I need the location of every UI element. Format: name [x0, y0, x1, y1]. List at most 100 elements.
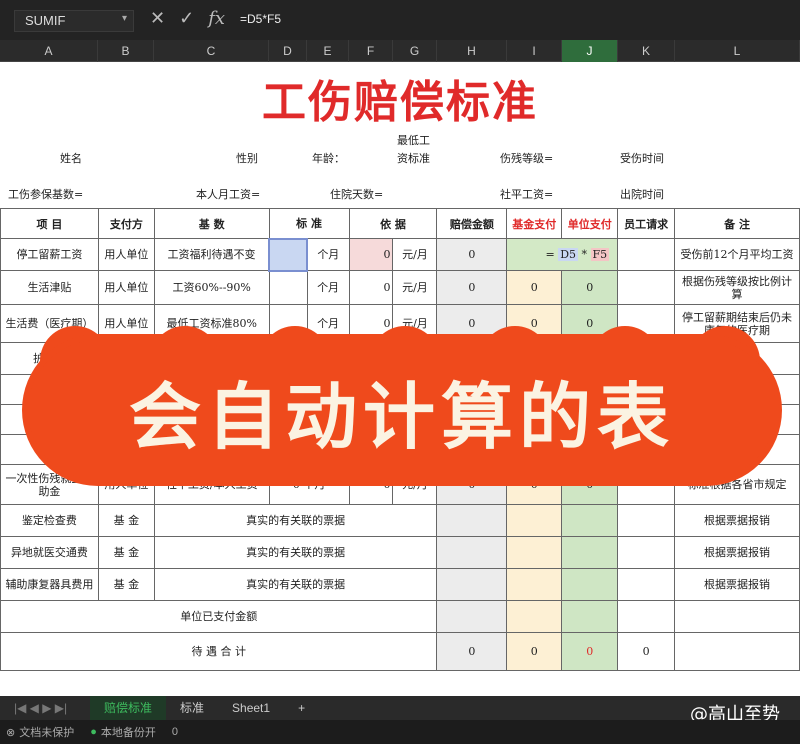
cell-f[interactable]: 0: [348, 270, 394, 305]
cell-k[interactable]: [617, 238, 676, 271]
cell-j[interactable]: [561, 568, 619, 601]
cell-i[interactable]: [506, 504, 563, 537]
cell-h[interactable]: 0: [436, 270, 508, 305]
column-headers: A B C D E F G H I J K L: [0, 40, 800, 62]
cell-k[interactable]: [617, 504, 676, 537]
cell-remark[interactable]: 根据票据报销: [674, 504, 800, 537]
tab-standard[interactable]: 标准: [166, 696, 218, 720]
cell-item[interactable]: 停工留薪工资: [0, 238, 99, 271]
cell-g[interactable]: 元/月: [392, 270, 438, 305]
cell-d[interactable]: [268, 270, 308, 305]
cell-payer[interactable]: 用人单位: [97, 238, 155, 271]
cell-i[interactable]: [506, 568, 563, 601]
total-h[interactable]: 0: [436, 632, 508, 671]
header-item[interactable]: 项 目: [0, 208, 99, 239]
cell-base[interactable]: 工资福利待遇不变: [153, 238, 270, 271]
cell-h[interactable]: [436, 536, 508, 569]
paid-label[interactable]: 单位已支付金额: [0, 600, 438, 633]
backup-status[interactable]: 本地备份开: [101, 724, 156, 740]
cell-item[interactable]: 异地就医交通费: [0, 536, 99, 569]
column-header-h[interactable]: H: [437, 40, 507, 62]
formula-input[interactable]: =D5*F5: [240, 12, 281, 26]
column-header-c[interactable]: C: [154, 40, 269, 62]
tab-nav-arrows[interactable]: |◀ ◀ ▶ ▶|: [0, 696, 90, 720]
cell-h[interactable]: [436, 600, 508, 633]
column-header-b[interactable]: B: [98, 40, 154, 62]
cell-k[interactable]: [617, 600, 676, 633]
header-fund-pay[interactable]: 基金支付: [506, 208, 563, 239]
cell-item[interactable]: 辅助康复器具费用: [0, 568, 99, 601]
column-header-f[interactable]: F: [349, 40, 393, 62]
name-box[interactable]: SUMIF ▾: [14, 10, 134, 32]
header-standard[interactable]: 标 准: [268, 208, 350, 239]
cell-k[interactable]: [617, 536, 676, 569]
doc-protection-status[interactable]: 文档未保护: [19, 724, 74, 740]
cancel-icon[interactable]: ✕: [150, 8, 165, 29]
cell-g[interactable]: 元/月: [392, 238, 438, 271]
total-label[interactable]: 待 遇 合 计: [0, 632, 438, 671]
header-compensation[interactable]: 赔偿金额: [436, 208, 508, 239]
cell-payer[interactable]: 用人单位: [97, 270, 155, 305]
function-icon[interactable]: fx: [208, 8, 225, 29]
cell-k[interactable]: [617, 568, 676, 601]
header-payer[interactable]: 支付方: [97, 208, 155, 239]
column-header-e[interactable]: E: [307, 40, 349, 62]
cell-remark[interactable]: 受伤前12个月平均工资: [674, 238, 800, 271]
status-zero: 0: [171, 726, 178, 738]
header-remarks[interactable]: 备 注: [674, 208, 800, 239]
column-header-a[interactable]: A: [0, 40, 98, 62]
cell-base[interactable]: 真实的有关联的票据: [153, 568, 438, 601]
cell-remark[interactable]: 根据票据报销: [674, 536, 800, 569]
cell-base[interactable]: 真实的有关联的票据: [153, 536, 438, 569]
cell-base[interactable]: 真实的有关联的票据: [153, 504, 438, 537]
column-header-d[interactable]: D: [269, 40, 307, 62]
cell-unit[interactable]: 个月: [306, 270, 350, 305]
cell-payer[interactable]: 基 金: [97, 536, 155, 569]
cell-h[interactable]: [436, 568, 508, 601]
header-employee-claim[interactable]: 员工请求: [617, 208, 676, 239]
cell-d5[interactable]: [268, 237, 309, 272]
cell-remark[interactable]: [674, 632, 800, 671]
tab-sheet1[interactable]: Sheet1: [218, 696, 284, 720]
cell-h[interactable]: 0: [436, 238, 508, 271]
cell-unit[interactable]: 个月: [306, 238, 350, 271]
cell-k[interactable]: [617, 270, 676, 305]
cell-remark[interactable]: 根据票据报销: [674, 568, 800, 601]
confirm-icon[interactable]: ✓: [179, 8, 194, 29]
cell-j[interactable]: [561, 600, 619, 633]
cell-j5-editing[interactable]: = D5 * F5: [506, 238, 619, 271]
banner-text: 会自动计算的表: [128, 373, 675, 459]
cell-payer[interactable]: 用人单位: [97, 304, 155, 343]
cell-payer[interactable]: 基 金: [97, 504, 155, 537]
column-header-g[interactable]: G: [393, 40, 437, 62]
cell-payer[interactable]: 基 金: [97, 568, 155, 601]
cell-item[interactable]: 鉴定检查费: [0, 504, 99, 537]
cell-i[interactable]: [506, 600, 563, 633]
chevron-down-icon[interactable]: ▾: [122, 13, 127, 24]
formula-bar: SUMIF ▾ ✕ ✓ fx =D5*F5: [0, 0, 800, 40]
column-header-l[interactable]: L: [675, 40, 800, 62]
cell-i[interactable]: 0: [506, 270, 563, 305]
cell-base[interactable]: 工资60%--90%: [153, 270, 270, 305]
cell-item[interactable]: 生活津贴: [0, 270, 99, 305]
cell-j[interactable]: [561, 504, 619, 537]
total-k[interactable]: 0: [617, 632, 676, 671]
cell-f5[interactable]: 0: [348, 238, 394, 271]
cell-j[interactable]: [561, 536, 619, 569]
column-header-i[interactable]: I: [507, 40, 562, 62]
cell-h[interactable]: [436, 504, 508, 537]
header-basis[interactable]: 依 据: [348, 208, 438, 239]
total-i[interactable]: 0: [506, 632, 563, 671]
cell-remark[interactable]: 根据伤残等级按比例计算: [674, 270, 800, 305]
sheet-title: 工伤赔偿标准: [262, 77, 538, 128]
add-sheet-button[interactable]: +: [284, 696, 319, 720]
cell-remark[interactable]: [674, 600, 800, 633]
column-header-k[interactable]: K: [618, 40, 675, 62]
header-unit-pay[interactable]: 单位支付: [561, 208, 619, 239]
cell-j[interactable]: 0: [561, 270, 619, 305]
cell-i[interactable]: [506, 536, 563, 569]
tab-compensation[interactable]: 赔偿标准: [90, 696, 167, 720]
header-base[interactable]: 基 数: [153, 208, 270, 239]
column-header-j[interactable]: J: [562, 40, 618, 62]
total-j[interactable]: 0: [561, 632, 619, 671]
